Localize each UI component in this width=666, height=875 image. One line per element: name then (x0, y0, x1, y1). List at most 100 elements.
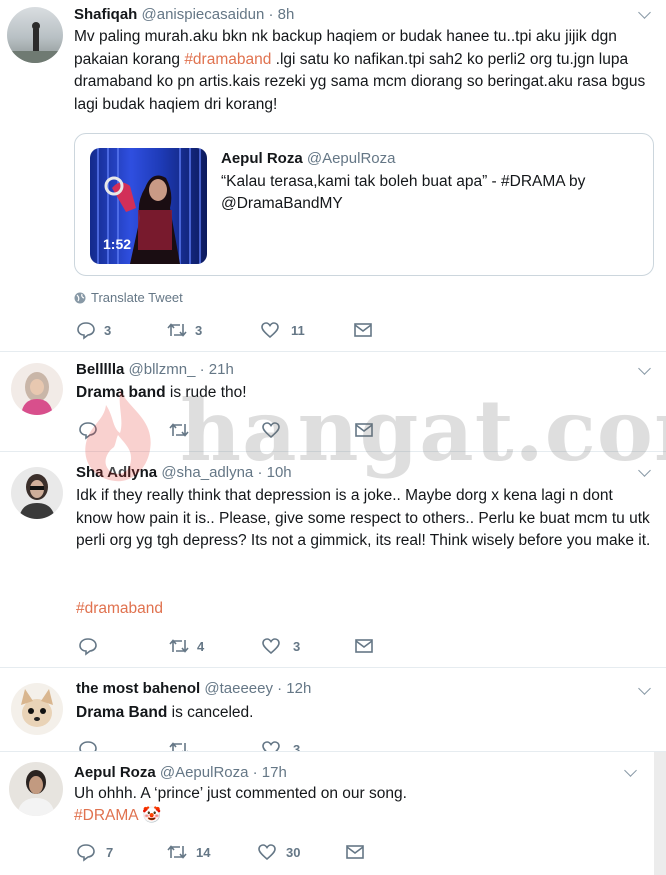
like-button[interactable]: 30 (257, 842, 300, 862)
avatar[interactable] (11, 683, 63, 735)
translate-label: Translate Tweet (91, 290, 183, 305)
avatar[interactable] (11, 363, 63, 415)
globe-icon (74, 292, 86, 303)
avatar-photo (21, 372, 53, 415)
reply-count: 7 (106, 844, 114, 860)
heart-icon (261, 322, 279, 339)
like-button[interactable]: 3 (261, 739, 301, 752)
handle[interactable]: @anispiecasaidun (142, 6, 265, 23)
like-count: 3 (293, 741, 301, 752)
reply-button[interactable] (78, 420, 98, 440)
chevron-down-icon[interactable] (638, 682, 651, 695)
retweet-button[interactable] (168, 420, 190, 440)
handle[interactable]: @sha_adlyna (161, 464, 253, 481)
hashtag-line: #DRAMA 🤡 (74, 805, 161, 828)
timestamp[interactable]: · 8h (269, 6, 295, 23)
avatar[interactable] (9, 762, 63, 816)
reply-icon (77, 322, 95, 340)
handle[interactable]: @AepulRoza (160, 764, 249, 781)
tweet-the-most-bahenol[interactable]: the most bahenol @taeeeey · 12h Drama Ba… (0, 668, 666, 752)
tweet-header: the most bahenol @taeeeey · 12h (76, 680, 311, 698)
envelope-icon (355, 423, 373, 437)
retweet-button[interactable]: 14 (166, 842, 210, 862)
avatar-photo (21, 689, 53, 727)
tweet-text: Idk if they really think that depression… (76, 487, 651, 549)
retweet-count: 3 (195, 322, 203, 338)
retweet-icon (167, 323, 187, 337)
avatar-photo (19, 474, 55, 519)
timestamp[interactable]: · 10h (257, 464, 291, 481)
hashtag-link[interactable]: #dramaband (184, 51, 271, 68)
scrollbar[interactable] (654, 752, 666, 875)
like-button[interactable]: 3 (261, 636, 300, 656)
translate-tweet[interactable]: Translate Tweet (74, 290, 183, 305)
retweet-icon (169, 423, 189, 437)
tweet-text: Uh ohhh. A ‘prince’ just commented on ou… (74, 785, 407, 802)
heart-icon (262, 422, 280, 439)
display-name[interactable]: Sha Adlyna (76, 464, 157, 481)
timestamp[interactable]: · 17h (253, 764, 287, 781)
tweet-aepul-roza[interactable]: Aepul Roza @AepulRoza · 17h Uh ohhh. A ‘… (0, 752, 666, 875)
display-name[interactable]: Bellllla (76, 361, 124, 378)
retweet-count: 4 (197, 638, 205, 654)
tweet-text: Mv paling murah.aku bkn nk backup haqiem… (74, 28, 646, 113)
envelope-icon (355, 639, 373, 653)
video-thumbnail[interactable]: 1:52 (90, 148, 207, 264)
tweet-text: Drama band is rude tho! (76, 384, 247, 401)
handle[interactable]: @bllzmn_ (129, 361, 196, 378)
like-count: 3 (293, 638, 301, 654)
reply-icon (79, 638, 97, 656)
heart-icon (262, 638, 280, 655)
display-name[interactable]: Aepul Roza (74, 764, 156, 781)
hashtag-link[interactable]: #DRAMA (74, 807, 138, 824)
tweet-bellllla[interactable]: Bellllla @bllzmn_ · 21h Drama band is ru… (0, 352, 666, 452)
tweet-header: Sha Adlyna @sha_adlyna · 10h (76, 464, 292, 482)
reply-button[interactable] (78, 739, 98, 751)
like-button[interactable] (261, 420, 281, 440)
chevron-down-icon[interactable] (638, 362, 651, 375)
tweet-header: Aepul Roza @AepulRoza · 17h (74, 764, 287, 782)
avatar-photo (7, 22, 63, 63)
retweet-icon (169, 742, 188, 751)
reply-icon (79, 741, 97, 751)
heart-icon (262, 741, 280, 751)
envelope-icon (346, 845, 364, 859)
quoted-header: Aepul Roza @AepulRoza (221, 150, 395, 168)
reply-count: 3 (104, 322, 112, 338)
heart-icon (258, 844, 276, 861)
display-name[interactable]: the most bahenol (76, 680, 200, 697)
direct-message-button[interactable] (354, 421, 374, 439)
timestamp[interactable]: · 21h (200, 361, 234, 378)
reply-button[interactable]: 3 (76, 320, 111, 340)
direct-message-button[interactable] (354, 637, 374, 655)
direct-message-button[interactable] (345, 843, 365, 861)
tweet-sha-adlyna[interactable]: Sha Adlyna @sha_adlyna · 10h Idk if they… (0, 452, 666, 668)
tweet-text: Drama Band is canceled. (76, 704, 254, 721)
retweet-button[interactable] (168, 739, 190, 751)
tweet-shafiqah[interactable]: Shafiqah @anispiecasaidun · 8h Mv paling… (0, 0, 666, 352)
timestamp[interactable]: · 12h (277, 680, 311, 697)
avatar[interactable] (7, 7, 63, 63)
like-count: 11 (291, 322, 305, 338)
quoted-tweet-card[interactable]: 1:52 Aepul Roza @AepulRoza “Kalau terasa… (74, 133, 654, 276)
like-count: 30 (286, 844, 301, 860)
retweet-count: 14 (196, 844, 211, 860)
reply-button[interactable]: 7 (76, 842, 113, 862)
retweet-button[interactable]: 3 (166, 320, 202, 340)
quoted-text: “Kalau terasa,kami tak boleh buat apa” -… (221, 173, 586, 212)
chevron-down-icon[interactable] (638, 464, 651, 477)
quoted-display-name: Aepul Roza (221, 150, 303, 167)
reply-button[interactable] (78, 636, 98, 656)
chevron-down-icon[interactable] (624, 764, 637, 777)
avatar[interactable] (11, 467, 63, 519)
handle[interactable]: @taeeeey (204, 680, 273, 697)
like-button[interactable]: 11 (260, 320, 305, 340)
retweet-button[interactable]: 4 (168, 636, 204, 656)
chevron-down-icon[interactable] (638, 6, 651, 19)
direct-message-button[interactable] (353, 321, 373, 339)
tweet-header: Shafiqah @anispiecasaidun · 8h (74, 6, 294, 24)
reply-icon (79, 422, 97, 440)
hashtag-link[interactable]: #dramaband (76, 598, 163, 621)
display-name[interactable]: Shafiqah (74, 6, 137, 23)
clown-emoji: 🤡 (142, 807, 162, 824)
